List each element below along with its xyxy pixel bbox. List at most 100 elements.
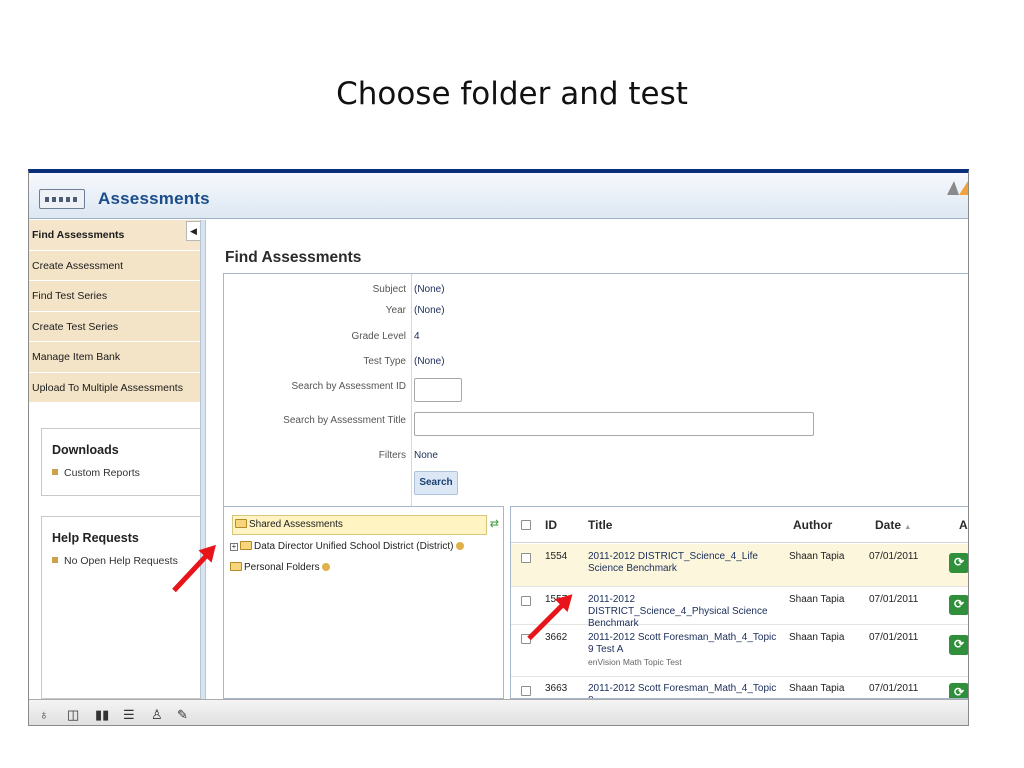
assessment-id-input[interactable] bbox=[414, 378, 462, 402]
main-content: Find Assessments Subject Year Grade Leve… bbox=[206, 220, 968, 699]
row-date: 07/01/2011 bbox=[869, 594, 919, 605]
row-id: 1554 bbox=[545, 551, 568, 562]
col-author[interactable]: Author bbox=[793, 518, 832, 532]
sidebar-item-manage-item-bank[interactable]: Manage Item Bank bbox=[29, 342, 201, 373]
row-author: Shaan Tapia bbox=[789, 551, 845, 562]
assessment-title-label: Search by Assessment Title bbox=[283, 415, 406, 426]
tree-folder-personal[interactable]: Personal Folders bbox=[230, 562, 330, 573]
row-id: 3662 bbox=[545, 632, 568, 643]
row-id: 3663 bbox=[545, 683, 568, 694]
row-checkbox[interactable] bbox=[521, 686, 531, 696]
downloads-item-label: Custom Reports bbox=[64, 467, 140, 479]
row-date: 07/01/2011 bbox=[869, 683, 919, 694]
col-actions: Ac bbox=[959, 518, 968, 532]
pin-icon bbox=[455, 542, 464, 550]
tree-folder-personal-label: Personal Folders bbox=[244, 562, 320, 573]
assessment-id-label: Search by Assessment ID bbox=[291, 381, 407, 392]
col-date-label: Date bbox=[875, 518, 902, 532]
sidebar-item-create-test-series[interactable]: Create Test Series bbox=[29, 311, 201, 342]
subject-label: Subject bbox=[372, 284, 406, 295]
results-table: ID Title Author Date ▲ Ac 1554 2011-2012… bbox=[510, 506, 968, 699]
downloads-item[interactable]: Custom Reports bbox=[52, 467, 200, 479]
tree-folder-shared[interactable]: Shared Assessments bbox=[232, 515, 487, 535]
help-requests-panel: Help Requests No Open Help Requests bbox=[41, 516, 201, 699]
open-action-icon[interactable]: ⟳ bbox=[949, 635, 968, 655]
grade-label: Grade Level bbox=[351, 331, 406, 342]
year-label: Year bbox=[385, 305, 406, 316]
brain-icon[interactable]: ♁ bbox=[39, 707, 49, 722]
refresh-icon[interactable]: ⇄ bbox=[490, 517, 499, 530]
col-date[interactable]: Date ▲ bbox=[875, 518, 911, 532]
subject-value[interactable]: (None) bbox=[414, 284, 445, 295]
bullet-icon bbox=[52, 469, 58, 475]
folder-open-icon bbox=[230, 562, 242, 571]
expand-plus-icon[interactable]: + bbox=[230, 543, 238, 551]
open-action-icon[interactable]: ⟳ bbox=[949, 553, 968, 573]
tree-folder-district-label: Data Director Unified School District (D… bbox=[254, 541, 454, 552]
row-author: Shaan Tapia bbox=[789, 683, 845, 694]
menu-grid-icon[interactable] bbox=[39, 189, 85, 209]
folder-open-icon bbox=[235, 519, 247, 528]
testtype-value[interactable]: (None) bbox=[414, 356, 445, 367]
row-title[interactable]: 2011-2012 Scott Foresman_Math_4_Topic 9 … bbox=[588, 632, 778, 668]
bottom-toolbar: ♁ ◫ ▮▮ ☰ ♙ ✎ bbox=[29, 699, 968, 725]
pin-icon bbox=[321, 563, 330, 571]
chart-icon[interactable]: ▮▮ bbox=[95, 707, 109, 723]
page-title: Find Assessments bbox=[225, 249, 362, 266]
person-icon[interactable]: ♙ bbox=[151, 707, 163, 723]
sidebar-item-find-assessments[interactable]: Find Assessments bbox=[29, 220, 201, 251]
col-title[interactable]: Title bbox=[588, 518, 612, 532]
table-row[interactable]: 3662 2011-2012 Scott Foresman_Math_4_Top… bbox=[511, 625, 968, 677]
collapse-left-icon[interactable]: ◀ bbox=[186, 221, 201, 241]
bullet-icon bbox=[52, 557, 58, 563]
year-value[interactable]: (None) bbox=[414, 305, 445, 316]
row-subtitle: enVision Math Topic Test bbox=[588, 657, 682, 667]
filters-value[interactable]: None bbox=[414, 450, 438, 461]
logo-icon bbox=[947, 181, 959, 195]
table-row[interactable]: 1554 2011-2012 DISTRICT_Science_4_Life S… bbox=[511, 544, 968, 587]
col-id[interactable]: ID bbox=[545, 518, 557, 532]
table-row[interactable]: 3663 2011-2012 Scott Foresman_Math_4_Top… bbox=[511, 677, 968, 698]
table-row[interactable]: 1557 2011-2012 DISTRICT_Science_4_Physic… bbox=[511, 587, 968, 629]
search-button[interactable]: Search bbox=[414, 471, 458, 495]
tree-folder-district[interactable]: + Data Director Unified School District (… bbox=[230, 541, 464, 552]
slide-title: Choose folder and test bbox=[336, 76, 688, 112]
assessments-app-window: Assessments Find Assessments Create Asse… bbox=[28, 169, 969, 726]
sidebar-item-create-assessment[interactable]: Create Assessment bbox=[29, 250, 201, 281]
form-label-column: Subject Year Grade Level Test Type Searc… bbox=[224, 274, 412, 506]
search-form: Subject Year Grade Level Test Type Searc… bbox=[223, 273, 968, 506]
row-checkbox[interactable] bbox=[521, 596, 531, 606]
assessment-title-input[interactable] bbox=[414, 412, 814, 436]
downloads-heading: Downloads bbox=[52, 443, 119, 457]
logo-accent-icon bbox=[959, 181, 968, 195]
row-checkbox[interactable] bbox=[521, 553, 531, 563]
open-action-icon[interactable]: ⟳ bbox=[949, 683, 968, 698]
grade-value[interactable]: 4 bbox=[414, 331, 420, 342]
row-title-text: 2011-2012 DISTRICT_Science_4_Life Scienc… bbox=[588, 551, 758, 574]
stack-icon[interactable]: ☰ bbox=[123, 707, 135, 723]
row-author: Shaan Tapia bbox=[789, 632, 845, 643]
sidebar-item-find-test-series[interactable]: Find Test Series bbox=[29, 281, 201, 312]
help-item-label: No Open Help Requests bbox=[64, 555, 178, 567]
row-date: 07/01/2011 bbox=[869, 551, 919, 562]
help-item[interactable]: No Open Help Requests bbox=[52, 555, 200, 567]
folder-icon bbox=[240, 541, 252, 550]
row-title[interactable]: 2011-2012 DISTRICT_Science_4_Life Scienc… bbox=[588, 551, 778, 575]
sidebar-item-upload-multiple[interactable]: Upload To Multiple Assessments bbox=[29, 372, 201, 403]
downloads-panel: Downloads Custom Reports bbox=[41, 428, 201, 496]
document-icon[interactable]: ◫ bbox=[67, 707, 79, 723]
pencil-icon[interactable]: ✎ bbox=[177, 707, 188, 723]
open-action-icon[interactable]: ⟳ bbox=[949, 595, 968, 615]
folder-tree: Shared Assessments ⇄ + Data Director Unif… bbox=[223, 506, 504, 699]
help-heading: Help Requests bbox=[52, 531, 139, 545]
app-header: Assessments bbox=[29, 173, 968, 219]
header-title: Assessments bbox=[98, 189, 210, 208]
row-title-text: 2011-2012 Scott Foresman_Math_4_Topic 9 … bbox=[588, 632, 777, 655]
sidebar: Find Assessments Create Assessment Find … bbox=[29, 220, 201, 699]
row-author: Shaan Tapia bbox=[789, 594, 845, 605]
tree-folder-shared-label: Shared Assessments bbox=[249, 519, 343, 530]
select-all-checkbox[interactable] bbox=[521, 520, 531, 530]
filters-label: Filters bbox=[378, 450, 406, 461]
row-title-text: 2011-2012 Scott Foresman_Math_4_Topic 8 bbox=[588, 683, 777, 698]
row-title[interactable]: 2011-2012 Scott Foresman_Math_4_Topic 8 bbox=[588, 683, 778, 698]
